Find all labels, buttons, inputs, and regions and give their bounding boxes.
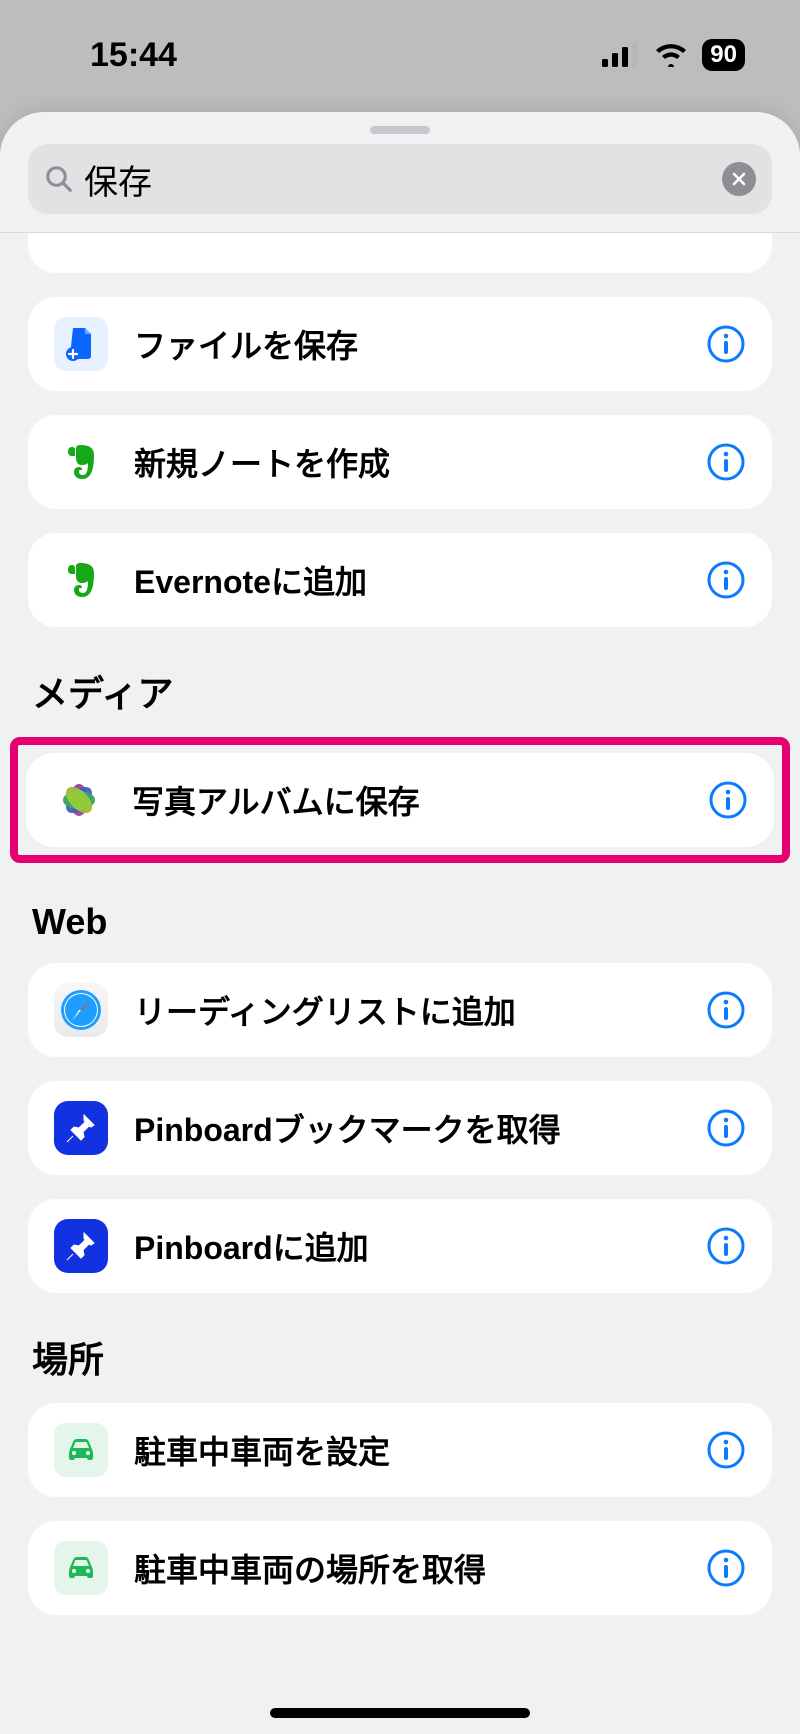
- search-icon: [44, 164, 74, 194]
- action-add-to-pinboard[interactable]: Pinboardに追加: [28, 1199, 772, 1293]
- info-icon[interactable]: [706, 1226, 746, 1266]
- action-label: 写真アルバムに保存: [132, 777, 708, 823]
- action-label: Evernoteに追加: [134, 557, 706, 603]
- section-header-web: Web: [32, 901, 772, 943]
- action-add-reading-list[interactable]: リーディングリストに追加: [28, 963, 772, 1057]
- section-header-location: 場所: [32, 1331, 772, 1383]
- pinboard-icon: [54, 1219, 108, 1273]
- action-save-to-photo-album[interactable]: 写真アルバムに保存: [26, 753, 774, 847]
- battery-indicator: 90: [702, 39, 745, 71]
- action-label: ファイルを保存: [134, 321, 706, 367]
- action-get-parked-car-location[interactable]: 駐車中車両の場所を取得: [28, 1521, 772, 1615]
- close-icon: [731, 171, 747, 187]
- action-get-pinboard-bookmarks[interactable]: Pinboardブックマークを取得: [28, 1081, 772, 1175]
- action-label: 新規ノートを作成: [134, 439, 706, 485]
- safari-icon: [54, 983, 108, 1037]
- status-time: 15:44: [90, 36, 177, 75]
- info-icon[interactable]: [706, 1548, 746, 1588]
- action-sheet: ファイルを保存 新規ノートを作成 Evernoteに追加 メディア 写: [0, 112, 800, 1734]
- car-icon: [54, 1423, 108, 1477]
- action-evernote-append[interactable]: Evernoteに追加: [28, 533, 772, 627]
- pinboard-icon: [54, 1101, 108, 1155]
- status-indicators: 90: [602, 39, 745, 71]
- evernote-icon: [54, 553, 108, 607]
- results-list: ファイルを保存 新規ノートを作成 Evernoteに追加 メディア 写: [0, 233, 800, 1679]
- photos-icon: [52, 773, 106, 827]
- info-icon[interactable]: [706, 990, 746, 1030]
- action-set-parked-car[interactable]: 駐車中車両を設定: [28, 1403, 772, 1497]
- action-label: リーディングリストに追加: [134, 987, 706, 1033]
- status-bar: 15:44 90: [0, 0, 800, 110]
- info-icon[interactable]: [708, 780, 748, 820]
- partial-card-top[interactable]: [28, 233, 772, 273]
- info-icon[interactable]: [706, 442, 746, 482]
- wifi-icon: [654, 43, 688, 67]
- evernote-icon: [54, 435, 108, 489]
- home-indicator[interactable]: [270, 1708, 530, 1718]
- files-icon: [54, 317, 108, 371]
- section-header-media: メディア: [32, 665, 772, 717]
- cellular-icon: [602, 43, 640, 67]
- search-bar: [0, 144, 800, 233]
- action-save-file[interactable]: ファイルを保存: [28, 297, 772, 391]
- clear-search-button[interactable]: [722, 162, 756, 196]
- sheet-grabber[interactable]: [370, 126, 430, 134]
- car-icon: [54, 1541, 108, 1595]
- info-icon[interactable]: [706, 324, 746, 364]
- action-label: Pinboardブックマークを取得: [134, 1105, 706, 1151]
- action-evernote-new-note[interactable]: 新規ノートを作成: [28, 415, 772, 509]
- action-label: Pinboardに追加: [134, 1223, 706, 1269]
- search-input[interactable]: [84, 160, 722, 199]
- info-icon[interactable]: [706, 560, 746, 600]
- highlight-frame: 写真アルバムに保存: [10, 737, 790, 863]
- search-field[interactable]: [28, 144, 772, 214]
- info-icon[interactable]: [706, 1430, 746, 1470]
- info-icon[interactable]: [706, 1108, 746, 1148]
- action-label: 駐車中車両を設定: [134, 1427, 706, 1473]
- action-label: 駐車中車両の場所を取得: [134, 1545, 706, 1591]
